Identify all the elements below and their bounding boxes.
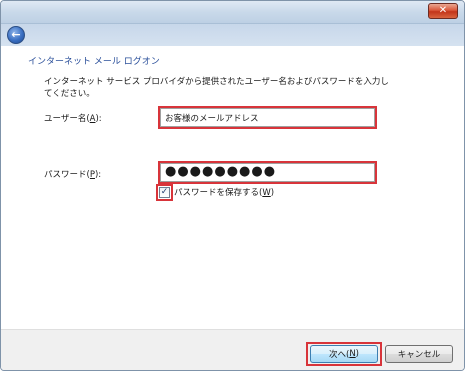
checkbox-container: ✓ bbox=[156, 183, 173, 201]
password-label: パスワード(P): bbox=[44, 168, 101, 180]
remember-password-label[interactable]: パスワードを保存する(W) bbox=[174, 186, 274, 198]
next-button[interactable]: 次へ(N) bbox=[310, 345, 378, 363]
remember-label-suffix: ) bbox=[270, 188, 275, 198]
remember-password-option[interactable]: ✓ パスワードを保存する(W) bbox=[156, 183, 274, 201]
remember-label-prefix: パスワードを保存する( bbox=[174, 188, 263, 198]
dialog-window: ✕ ← インターネット メール ログオン インターネット サービス プロバイダか… bbox=[0, 0, 465, 371]
cancel-button[interactable]: キャンセル bbox=[385, 345, 453, 363]
back-arrow-icon: ← bbox=[11, 28, 21, 41]
close-button[interactable]: ✕ bbox=[428, 3, 458, 19]
navigation-bar bbox=[1, 24, 464, 46]
page-title: インターネット メール ログオン bbox=[28, 57, 160, 67]
instruction-text: インターネット サービス プロバイダから提供されたユーザー名およびパスワードを入… bbox=[44, 77, 389, 99]
checkbox-highlight bbox=[156, 183, 173, 201]
back-button[interactable]: ← bbox=[7, 26, 25, 44]
next-label-suffix: ) bbox=[355, 349, 359, 359]
remember-label-accel: W bbox=[262, 188, 271, 198]
username-label-prefix: ユーザー名( bbox=[44, 114, 90, 124]
password-label-prefix: パスワード( bbox=[44, 170, 90, 180]
title-bar: ✕ bbox=[1, 1, 464, 24]
button-bar: 次へ(N) キャンセル bbox=[1, 329, 464, 370]
password-label-suffix: ): bbox=[94, 170, 102, 180]
next-label-prefix: 次へ( bbox=[328, 350, 350, 360]
password-input[interactable]: ●●●●●●●●● bbox=[158, 161, 377, 184]
wizard-content: インターネット メール ログオン インターネット サービス プロバイダから提供さ… bbox=[1, 46, 464, 329]
username-label: ユーザー名(A): bbox=[44, 112, 102, 124]
username-label-suffix: ): bbox=[95, 114, 102, 124]
close-icon: ✕ bbox=[438, 5, 448, 16]
username-input[interactable]: お客様のメールアドレス bbox=[158, 106, 377, 129]
